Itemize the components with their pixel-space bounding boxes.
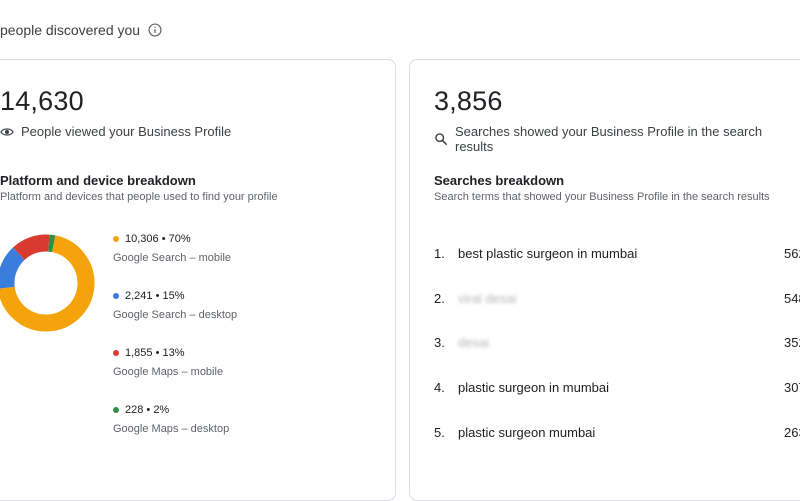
legend-item-search-mobile: 10,306 • 70% Google Search – mobile xyxy=(113,233,231,264)
platform-donut-chart xyxy=(0,234,95,332)
search-term-blurred: viral desai xyxy=(458,290,517,306)
legend-dot xyxy=(113,350,119,356)
platform-breakdown-title: Platform and device breakdown xyxy=(0,173,196,188)
searches-number: 3,856 xyxy=(434,86,503,116)
search-count: 562 xyxy=(784,245,800,261)
legend-dot xyxy=(113,293,119,299)
section-title: people discovered you xyxy=(0,22,141,38)
row-index: 3. xyxy=(434,334,445,350)
profile-views-number: 14,630 xyxy=(0,86,84,116)
search-count: 352 xyxy=(784,334,800,350)
legend-item-maps-mobile: 1,855 • 13% Google Maps – mobile xyxy=(113,347,223,378)
row-index: 4. xyxy=(434,379,445,395)
search-term-row[interactable]: 3. desai 352 xyxy=(434,332,800,352)
legend-item-search-desktop: 2,241 • 15% Google Search – desktop xyxy=(113,290,237,321)
donut-segment-maps-mobile xyxy=(13,234,50,261)
search-count: 263 xyxy=(784,424,800,440)
legend-label: Google Maps – desktop xyxy=(113,423,230,435)
legend-value: 10,306 • 70% xyxy=(125,233,191,245)
profile-views-metric: People viewed your Business Profile xyxy=(0,124,231,139)
donut-segment-maps-desktop xyxy=(48,234,56,253)
search-term-blurred: desai xyxy=(458,334,490,350)
legend-label: Google Maps – mobile xyxy=(113,366,224,378)
legend-value: 228 • 2% xyxy=(125,404,170,416)
legend-label: Google Search – mobile xyxy=(113,252,232,264)
platform-breakdown-desc: Platform and devices that people used to… xyxy=(0,191,278,203)
legend-dot xyxy=(113,407,119,413)
info-icon[interactable] xyxy=(148,23,162,37)
row-index: 1. xyxy=(434,245,445,261)
legend-label: Google Search – desktop xyxy=(113,309,238,321)
searches-breakdown-title: Searches breakdown xyxy=(434,173,565,188)
searches-breakdown-desc: Search terms that showed your Business P… xyxy=(434,191,770,203)
search-term-row[interactable]: 1. best plastic surgeon in mumbai 562 xyxy=(434,243,800,263)
legend-item-maps-desktop: 228 • 2% Google Maps – desktop xyxy=(113,404,229,435)
legend-value: 2,241 • 15% xyxy=(125,290,185,302)
search-count: 548 xyxy=(784,290,800,306)
searches-metric: Searches showed your Business Profile in… xyxy=(434,124,800,154)
profile-views-label: People viewed your Business Profile xyxy=(21,124,232,139)
search-term-row[interactable]: 2. viral desai 548 xyxy=(434,288,800,308)
eye-icon xyxy=(0,127,14,136)
search-icon xyxy=(435,133,448,146)
search-term: plastic surgeon in mumbai xyxy=(458,379,610,395)
legend-dot xyxy=(113,236,119,242)
legend-value: 1,855 • 13% xyxy=(125,347,185,359)
row-index: 2. xyxy=(434,290,445,306)
search-term-row[interactable]: 5. plastic surgeon mumbai 263 xyxy=(434,422,800,442)
donut-segment-search-desktop xyxy=(0,247,25,289)
row-index: 5. xyxy=(434,424,445,440)
search-term: plastic surgeon mumbai xyxy=(458,424,596,440)
searches-label: Searches showed your Business Profile in… xyxy=(455,124,763,154)
search-term: best plastic surgeon in mumbai xyxy=(458,245,638,261)
section-header: people discovered you xyxy=(0,20,162,40)
search-term-row[interactable]: 4. plastic surgeon in mumbai 307 xyxy=(434,377,800,397)
search-count: 307 xyxy=(784,379,800,395)
